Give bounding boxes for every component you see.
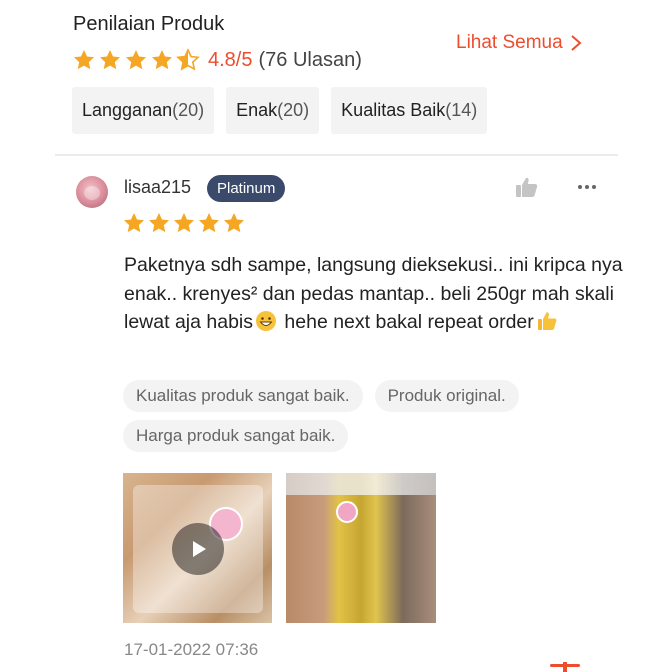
filter-chip-kualitas-baik[interactable]: Kualitas Baik (14) (331, 87, 488, 134)
see-all-link[interactable]: Lihat Semua (456, 32, 583, 54)
review-video-thumbnail[interactable] (123, 473, 272, 623)
reviewer-username: lisaa215 (124, 177, 192, 197)
chip-label: Langganan (82, 100, 173, 120)
star-icon (224, 213, 244, 233)
review-date: 17-01-2022 07:36 (124, 640, 259, 659)
star-icon (199, 213, 219, 233)
filter-chip-langganan[interactable]: Langganan (20) (72, 87, 215, 134)
review-photo-thumbnail[interactable] (286, 473, 436, 623)
chip-label: Kualitas Baik (341, 100, 446, 120)
star-icon (174, 213, 194, 233)
overall-rating: 4.8/5 (76 Ulasan) (72, 48, 362, 72)
more-options-icon[interactable] (576, 178, 598, 196)
see-all-label: Lihat Semua (456, 32, 563, 53)
star-icon (152, 50, 172, 70)
star-icon (74, 50, 94, 70)
review-text: Paketnya sdh sampe, langsung dieksekusi.… (124, 251, 624, 337)
half-star-icon (176, 48, 200, 71)
review-tag: Kualitas produk sangat baik. (123, 380, 363, 412)
star-icon (126, 50, 146, 70)
play-icon (193, 541, 206, 557)
thank-you-sticker (336, 501, 358, 523)
chevron-right-icon (571, 35, 582, 51)
grinning-emoji-icon (256, 311, 276, 331)
chip-label: Enak (236, 100, 278, 120)
review-count: (76 Ulasan) (258, 48, 362, 71)
thumbs-up-emoji-icon (537, 312, 557, 330)
play-button[interactable] (172, 523, 224, 575)
section-divider (55, 154, 618, 156)
star-icon (149, 213, 169, 233)
review-tag: Produk original. (374, 380, 519, 412)
photo-background (286, 473, 436, 495)
star-icon (100, 50, 120, 70)
thumbs-up-icon[interactable] (515, 176, 539, 198)
star-icon (124, 213, 144, 233)
review-text-part2: hehe next bakal repeat order (279, 311, 534, 333)
partial-icon (550, 662, 580, 672)
avatar[interactable] (76, 176, 108, 208)
review-tags: Kualitas produk sangat baik. Produk orig… (123, 380, 593, 452)
section-title: Penilaian Produk (73, 13, 225, 35)
chip-count: (20) (277, 100, 310, 120)
membership-badge: Platinum (207, 175, 286, 202)
review-filter-chips: Langganan (20) Enak (20) Kualitas Baik (14) (72, 87, 488, 134)
chip-count: (14) (445, 100, 478, 120)
filter-chip-enak[interactable]: Enak (20) (226, 87, 320, 134)
chip-count: (20) (172, 100, 205, 120)
review-stars (122, 211, 246, 235)
overall-stars (72, 48, 200, 72)
review-tag: Harga produk sangat baik. (123, 420, 349, 452)
rating-score: 4.8/5 (208, 48, 253, 71)
